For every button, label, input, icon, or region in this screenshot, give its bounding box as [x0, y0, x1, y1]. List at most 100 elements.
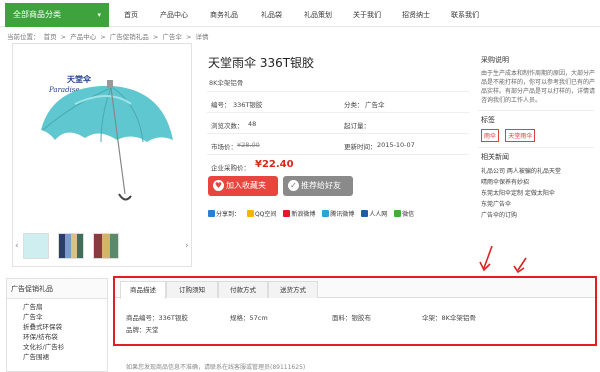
all-categories-button[interactable]: 全部商品分类 ▾ [5, 3, 109, 27]
chevron-down-icon: ▾ [97, 11, 101, 19]
wechat-icon [394, 210, 402, 217]
nav-link-gift-planning[interactable]: 礼品策划 [304, 10, 332, 20]
share-renren[interactable]: 人人网 [361, 209, 387, 218]
category-item[interactable]: 广告围裙 [7, 352, 107, 362]
share-lead: 分享到： [208, 209, 240, 218]
tag-title: 标签 [481, 116, 495, 124]
product-subtitle: 8K伞架铝骨 [209, 79, 244, 87]
breadcrumb-sep: > [100, 33, 106, 41]
nav-link-contact[interactable]: 联系我们 [451, 10, 479, 20]
breadcrumb-products[interactable]: 产品中心 [70, 33, 96, 41]
price-label: 企业采购价： [211, 164, 250, 172]
purchase-title: 采购说明 [481, 56, 509, 64]
spec-item: 规格：57cm [230, 314, 268, 322]
tab-description[interactable]: 商品描述 [120, 281, 166, 299]
market-price: ¥28.00 [237, 141, 260, 149]
property-label: 市场价： [211, 143, 237, 151]
property-label: 分类： [344, 101, 364, 109]
breadcrumb-detail: 详情 [195, 33, 209, 41]
spec-item: 商品编号：336T银胶 [126, 314, 188, 322]
news-item[interactable]: 礼品公司 两人被骗的礼品天堂 [481, 166, 596, 177]
renren-icon [361, 210, 369, 217]
breadcrumb-sep: > [60, 33, 67, 41]
news-item[interactable]: 晴雨伞保养有妙招 [481, 177, 596, 188]
update-time: 2015-10-07 [377, 141, 415, 149]
news-item[interactable]: 东莞广告伞 [481, 199, 596, 210]
chevron-right-icon[interactable]: › [185, 241, 189, 251]
nav-link-business-gifts[interactable]: 商务礼品 [210, 10, 238, 20]
nav-link-products[interactable]: 产品中心 [160, 10, 188, 20]
thumbnail-2[interactable] [58, 233, 84, 259]
side-panel: 采购说明 由于生产成本和制作周期的原因，大部分产品是不能打样的，你可以参考我们已… [478, 43, 596, 267]
property-value: 广告伞 [365, 101, 385, 109]
property-value: 336T银胶 [233, 101, 263, 109]
thumbnail-strip: ‹ › [13, 229, 191, 266]
product-gallery: 天堂伞 Paradise ‹ › [12, 43, 192, 267]
category-item[interactable]: 广告扇 [7, 302, 107, 312]
share-wechat[interactable]: 微信 [394, 209, 414, 218]
thumbnail-1[interactable] [23, 233, 49, 259]
property-label: 编号： [211, 101, 231, 109]
share-tencent-weibo[interactable]: 腾讯微博 [322, 209, 354, 218]
weibo-icon [283, 210, 291, 217]
info-notice: 如果您发现商品信息不准确，请联系在线客服或管理员(89111625) [126, 364, 306, 371]
purchase-text: 由于生产成本和制作周期的原因，大部分产品是不能打样的，你可以参考我们已有的产品实… [481, 70, 596, 104]
brand-logo-cn: 天堂伞 [67, 74, 92, 84]
property-row: 浏览次数： 48 起订量： [207, 113, 469, 134]
breadcrumb: 当前位置： 首页 > 产品中心 > 广告促销礼品 > 广告伞 > 详情 [7, 31, 211, 41]
share-weibo[interactable]: 新浪微博 [283, 209, 315, 218]
category-item[interactable]: 折叠式环保袋 [7, 322, 107, 332]
news-list: 礼品公司 两人被骗的礼品天堂 晴雨伞保养有妙招 东莞太阳伞定制 定做太阳伞 东莞… [481, 166, 596, 221]
tag-item[interactable]: 雨伞 [481, 129, 500, 142]
tab-bar: 商品描述 订购须知 付款方式 送货方式 [114, 278, 598, 299]
breadcrumb-lead: 当前位置： [7, 33, 40, 41]
chevron-left-icon[interactable]: ‹ [15, 241, 19, 251]
nav-link-gift-bags[interactable]: 礼品袋 [261, 10, 282, 20]
product-main-image[interactable]: 天堂伞 Paradise [13, 44, 191, 226]
breadcrumb-home[interactable]: 首页 [44, 33, 57, 41]
qzone-icon [246, 210, 254, 217]
breadcrumb-sep: > [185, 33, 192, 41]
category-item[interactable]: 环保/纺布袋 [7, 332, 107, 342]
category-item[interactable]: 文化衫/广告衫 [7, 342, 107, 352]
breadcrumb-promo-gifts[interactable]: 广告促销礼品 [110, 33, 149, 41]
tag-list: 雨伞 天堂雨伞 [481, 129, 596, 142]
recommend-button[interactable]: ✓ 推荐给好友 [283, 176, 353, 196]
add-favorite-button[interactable]: ♥ 加入收藏夹 [208, 176, 278, 196]
tag-item[interactable]: 天堂雨伞 [505, 129, 536, 142]
breadcrumb-umbrella[interactable]: 广告伞 [162, 33, 182, 41]
news-title: 相关新闻 [481, 153, 509, 161]
top-nav: 全部商品分类 ▾ 首页 产品中心 商务礼品 礼品袋 礼品策划 关于我们 招贤纳士… [0, 0, 600, 27]
tab-delivery[interactable]: 送货方式 [268, 281, 318, 298]
tab-order-notes[interactable]: 订购须知 [166, 281, 218, 298]
nav-link-home[interactable]: 首页 [124, 10, 138, 20]
news-item[interactable]: 广告伞的订购 [481, 210, 596, 221]
price-row: 企业采购价： ¥22.40 [207, 155, 469, 176]
property-row: 编号： 336T银胶 分类： 广告伞 [207, 92, 469, 113]
product-info: 天堂雨伞 336T银胶 8K伞架铝骨 编号： 336T银胶 分类： 广告伞 浏览… [203, 43, 473, 267]
tencent-weibo-icon [322, 210, 330, 217]
property-label: 起订量： [344, 122, 370, 130]
share-qzone[interactable]: QQ空间 [246, 209, 276, 218]
product-properties: 编号： 336T银胶 分类： 广告伞 浏览次数： 48 起订量： 市场价： ¥2… [207, 91, 469, 176]
news-item[interactable]: 东莞太阳伞定制 定做太阳伞 [481, 188, 596, 199]
spec-item: 伞架：8K伞架铝骨 [422, 314, 476, 322]
spec-item: 品牌：天堂 [126, 326, 159, 334]
category-menu: 广告促销礼品 广告扇 广告伞 折叠式环保袋 环保/纺布袋 文化衫/广告衫 广告围… [6, 278, 108, 372]
nav-link-about[interactable]: 关于我们 [353, 10, 381, 20]
property-row: 市场价： ¥28.00 更新时间： 2015-10-07 [207, 134, 469, 155]
property-label: 更新时间： [344, 143, 377, 151]
all-categories-label: 全部商品分类 [13, 10, 61, 19]
breadcrumb-sep: > [152, 33, 159, 41]
price-value: ¥22.40 [255, 159, 294, 170]
tab-payment[interactable]: 付款方式 [218, 281, 268, 298]
detail-tabs: 商品描述 订购须知 付款方式 送货方式 商品编号：336T银胶 规格：57cm … [114, 278, 598, 372]
product-title: 天堂雨伞 336T银胶 [208, 56, 315, 70]
category-item[interactable]: 广告伞 [7, 312, 107, 322]
share-icon [208, 210, 215, 217]
share-bar: 分享到： QQ空间 新浪微博 腾讯微博 人人网 微信 [208, 209, 473, 219]
property-label: 浏览次数： [211, 122, 244, 130]
property-value: 48 [248, 120, 257, 128]
nav-link-careers[interactable]: 招贤纳士 [402, 10, 430, 20]
thumbnail-3[interactable] [93, 233, 119, 259]
